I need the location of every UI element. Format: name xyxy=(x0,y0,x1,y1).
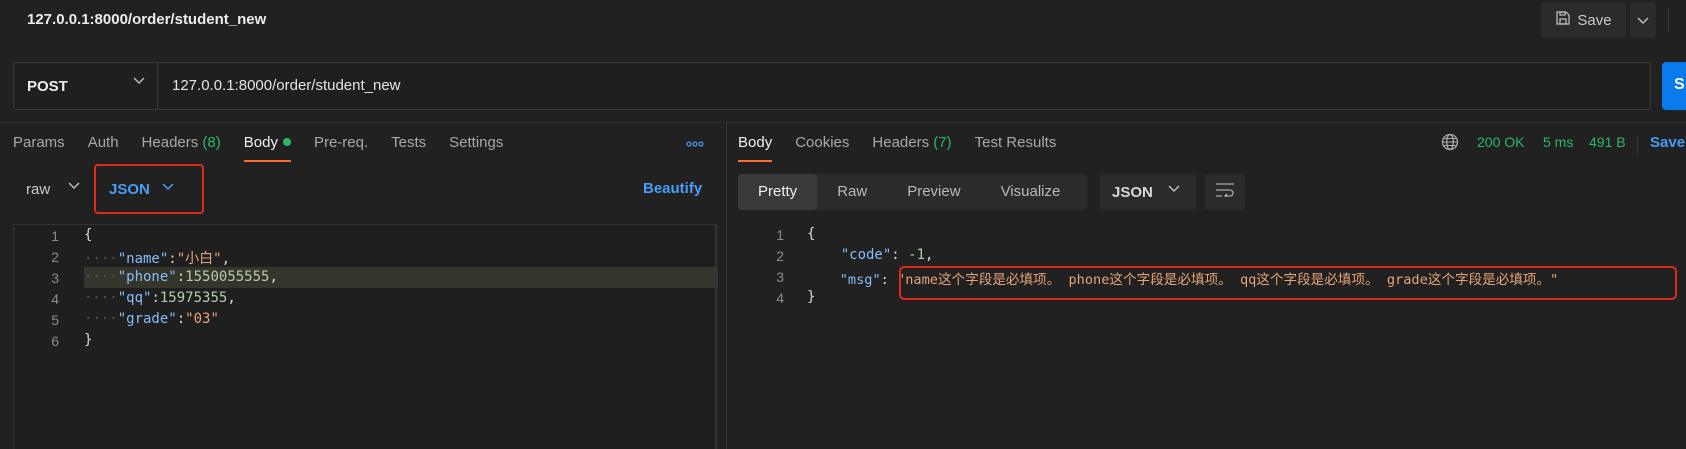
tab-label: Headers xyxy=(872,134,930,151)
code-line: 1 { xyxy=(727,224,1682,246)
line-number: 2 xyxy=(776,248,784,264)
tab-auth[interactable]: Auth xyxy=(88,134,119,151)
code-line: 4 ····"qq":15975355, xyxy=(14,288,714,310)
body-language-label: JSON xyxy=(109,181,150,198)
line-number: 1 xyxy=(51,228,59,244)
annotation-highlight-box xyxy=(899,266,1677,300)
view-tab-preview[interactable]: Preview xyxy=(887,174,980,210)
chevron-down-icon xyxy=(1637,12,1649,29)
save-icon xyxy=(1555,10,1571,30)
headers-count: (7) xyxy=(933,134,952,151)
divider xyxy=(0,122,1686,123)
line-number: 3 xyxy=(51,270,59,286)
line-number: 4 xyxy=(51,291,59,307)
request-body-editor[interactable]: 1 { 2 ····"name":"小白", 3 ····"phone":155… xyxy=(13,224,718,449)
json-key: "qq" xyxy=(117,290,152,306)
request-title[interactable]: 127.0.0.1:8000/order/student_new xyxy=(27,11,266,28)
body-mode-label: raw xyxy=(26,180,51,198)
method-label: POST xyxy=(27,77,68,95)
json-key: "grade" xyxy=(117,311,177,327)
response-body-viewer[interactable]: 1 { 2 "code": -1, 3 "msg": "name这个字段是必填项… xyxy=(727,224,1686,449)
save-response-button[interactable]: Save xyxy=(1650,134,1685,151)
tab-headers[interactable]: Headers (8) xyxy=(142,134,221,151)
globe-icon[interactable] xyxy=(1441,133,1459,151)
json-value: "03" xyxy=(185,311,219,327)
brace: } xyxy=(84,332,93,348)
line-number: 3 xyxy=(776,269,784,285)
url-input[interactable]: 127.0.0.1:8000/order/student_new xyxy=(172,77,401,94)
headers-count: (8) xyxy=(202,134,221,151)
line-number: 1 xyxy=(776,227,784,243)
wrap-lines-button[interactable] xyxy=(1205,174,1245,210)
line-number: 2 xyxy=(51,249,59,265)
response-format-select[interactable]: JSON xyxy=(1100,174,1196,210)
beautify-button[interactable]: Beautify xyxy=(643,180,702,197)
save-label: Save xyxy=(1577,11,1612,29)
brace: { xyxy=(807,226,816,242)
response-size[interactable]: 491 B xyxy=(1589,134,1626,150)
tab-test-results[interactable]: Test Results xyxy=(975,134,1057,151)
body-mode-select[interactable]: raw xyxy=(13,172,88,206)
response-format-label: JSON xyxy=(1112,184,1153,201)
line-number: 5 xyxy=(51,312,59,328)
request-line: POST 127.0.0.1:8000/order/student_new xyxy=(13,62,1651,110)
tab-prerequest[interactable]: Pre-req. xyxy=(314,134,368,151)
json-key: "code" xyxy=(840,247,892,263)
tab-response-body[interactable]: Body xyxy=(738,134,773,162)
brace: { xyxy=(84,227,93,243)
divider xyxy=(1637,135,1638,155)
view-tab-raw[interactable]: Raw xyxy=(817,174,887,210)
tab-cookies[interactable]: Cookies xyxy=(795,134,849,151)
json-value: 1550055555 xyxy=(185,269,270,285)
more-icon[interactable] xyxy=(686,134,704,152)
line-number: 4 xyxy=(776,290,784,306)
save-options-button[interactable] xyxy=(1630,2,1656,38)
tab-tests[interactable]: Tests xyxy=(391,134,426,151)
json-key: "name" xyxy=(117,251,169,267)
line-number: 6 xyxy=(51,333,59,349)
view-tab-pretty[interactable]: Pretty xyxy=(738,174,818,210)
tab-label: Headers xyxy=(141,134,199,151)
chevron-down-icon xyxy=(1168,185,1180,193)
response-time[interactable]: 5 ms xyxy=(1543,134,1573,150)
json-value: 15975355 xyxy=(159,290,228,306)
body-indicator-dot xyxy=(282,138,291,146)
chevron-down-icon xyxy=(162,183,174,191)
code-line: 2 "code": -1, xyxy=(727,245,1682,267)
chevron-down-icon xyxy=(68,182,80,190)
tab-params[interactable]: Params xyxy=(13,134,65,151)
title-bar: 127.0.0.1:8000/order/student_new Save xyxy=(0,0,1686,42)
json-key: "phone" xyxy=(117,269,177,285)
divider xyxy=(1668,8,1669,32)
status-code[interactable]: 200 OK xyxy=(1477,134,1524,150)
brace: } xyxy=(807,289,816,305)
wrap-icon xyxy=(1215,183,1235,201)
code-line: 5 ····"grade":"03" xyxy=(14,309,714,331)
response-tabs: Body Cookies Headers (7) Test Results xyxy=(738,134,1079,162)
tab-settings[interactable]: Settings xyxy=(449,134,503,151)
method-select[interactable]: POST xyxy=(14,63,158,109)
code-line: 2 ····"name":"小白", xyxy=(14,246,714,268)
code-line: 6 } xyxy=(14,330,714,352)
editor-scrollbar[interactable] xyxy=(715,224,717,449)
json-value: "小白" xyxy=(176,251,222,267)
json-value: -1 xyxy=(908,247,926,263)
code-line: 1 { xyxy=(14,225,714,247)
code-line: 3 ····"phone":1550055555, xyxy=(14,267,718,289)
save-button[interactable]: Save xyxy=(1541,2,1626,38)
response-view-tabs: Pretty Raw Preview Visualize xyxy=(738,174,1087,210)
body-language-select[interactable]: JSON xyxy=(94,164,204,214)
view-tab-visualize[interactable]: Visualize xyxy=(981,174,1081,210)
tab-response-headers[interactable]: Headers (7) xyxy=(872,134,951,151)
chevron-down-icon xyxy=(133,77,145,85)
tab-label: Body xyxy=(243,134,278,151)
json-key: "msg" xyxy=(839,272,881,288)
request-tabs: Params Auth Headers (8) Body Pre-req. Te… xyxy=(13,134,526,162)
send-button[interactable]: S xyxy=(1662,62,1686,110)
tab-body[interactable]: Body xyxy=(243,134,292,162)
